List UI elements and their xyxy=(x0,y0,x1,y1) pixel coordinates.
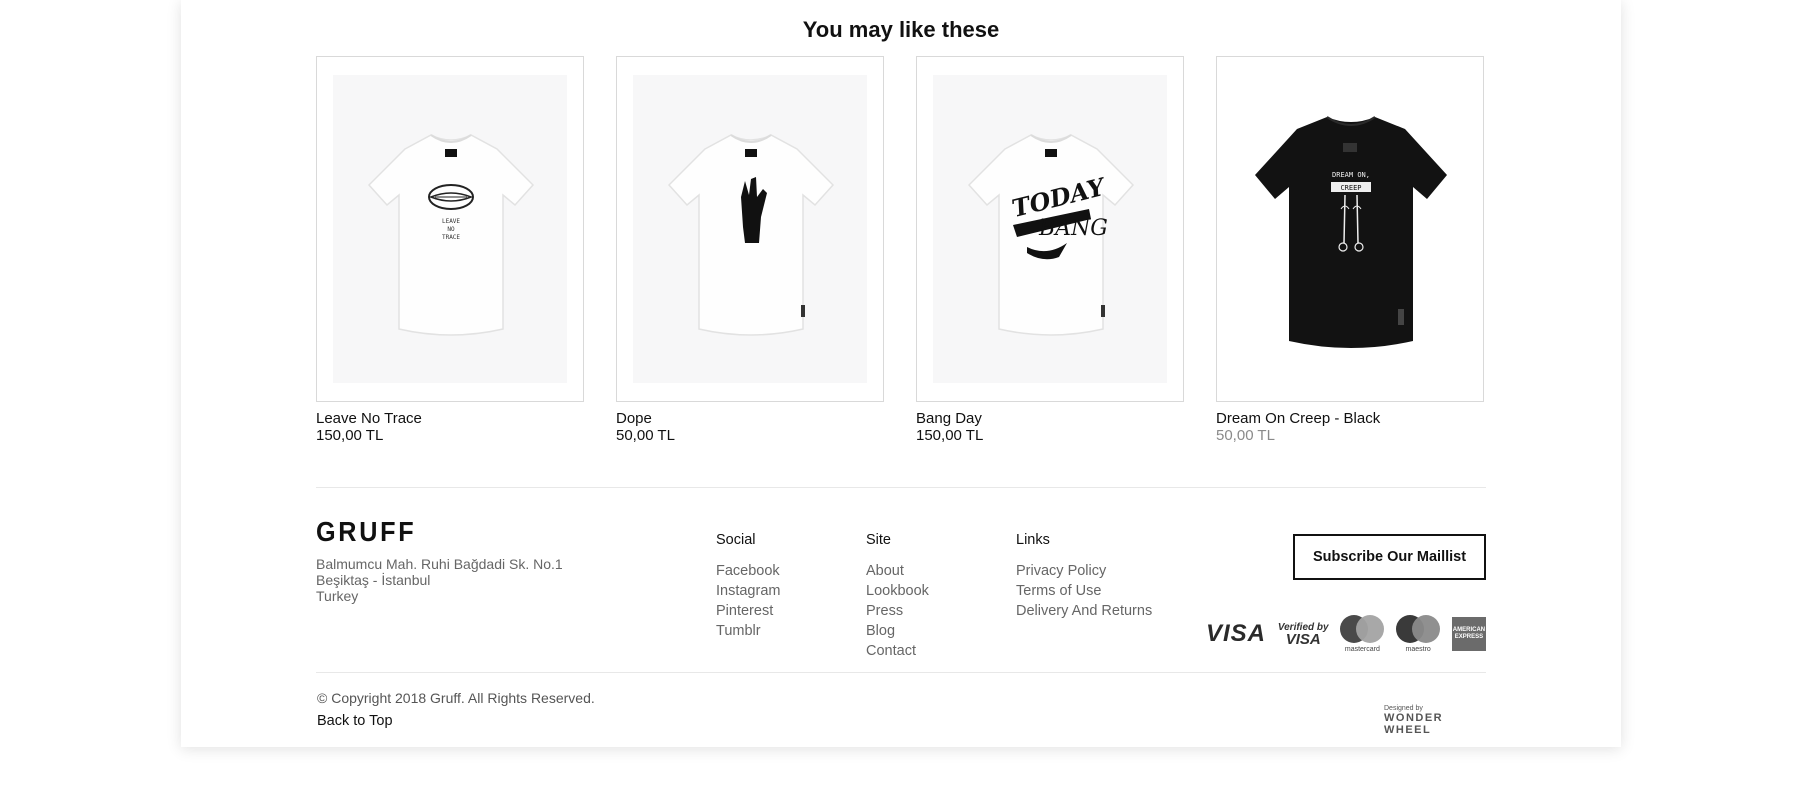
address-line: Beşiktaş - İstanbul xyxy=(316,572,431,588)
product-image[interactable] xyxy=(616,56,884,402)
svg-text:CREEP: CREEP xyxy=(1340,184,1361,192)
column-title: Site xyxy=(866,532,891,548)
back-to-top-link[interactable]: Back to Top xyxy=(317,713,393,729)
designer-credit[interactable]: Designed by WONDER WHEEL xyxy=(1384,705,1486,736)
subscribe-button[interactable]: Subscribe Our Maillist xyxy=(1293,534,1486,580)
page-container: You may like these LEAVE NO TRACE Leave … xyxy=(181,0,1621,747)
footer-social-column: Social Facebook Instagram Pinterest Tumb… xyxy=(716,532,780,641)
svg-text:TRACE: TRACE xyxy=(442,234,460,241)
product-price: 150,00 TL xyxy=(916,427,984,444)
svg-text:NO: NO xyxy=(447,226,455,233)
footer-links-column: Links Privacy Policy Terms of Use Delive… xyxy=(1016,532,1152,621)
designer-name: WONDER WHEEL xyxy=(1384,712,1444,736)
maestro-label: maestro xyxy=(1405,646,1431,653)
product-image[interactable]: LEAVE NO TRACE xyxy=(316,56,584,402)
copyright-text: © Copyright 2018 Gruff. All Rights Reser… xyxy=(317,690,595,706)
footer-link-terms[interactable]: Terms of Use xyxy=(1016,581,1152,601)
product-image[interactable]: DREAM ON, CREEP xyxy=(1216,56,1484,402)
column-title: Social xyxy=(716,532,756,548)
tshirt-image: LEAVE NO TRACE xyxy=(367,134,535,336)
maestro-icon: maestro xyxy=(1396,615,1441,653)
footer-bottom-divider xyxy=(316,672,1486,673)
product-card[interactable]: LEAVE NO TRACE Leave No Trace 150,00 TL xyxy=(316,56,584,444)
footer-link-instagram[interactable]: Instagram xyxy=(716,581,780,601)
footer-link-blog[interactable]: Blog xyxy=(866,621,929,641)
payment-methods: VISA Verified by VISA mastercard maestro… xyxy=(1206,614,1486,654)
visa-icon: VISA xyxy=(1206,620,1267,647)
footer-link-delivery[interactable]: Delivery And Returns xyxy=(1016,601,1152,621)
store-address: Balmumcu Mah. Ruhi Bağdadi Sk. No.1 Beşi… xyxy=(316,556,563,604)
product-card[interactable]: Dope 50,00 TL xyxy=(616,56,884,444)
mastercard-icon: mastercard xyxy=(1340,615,1385,653)
footer-divider xyxy=(316,487,1486,488)
footer-link-contact[interactable]: Contact xyxy=(866,641,929,661)
product-card[interactable]: TODAY BANG Bang Day 150,00 TL xyxy=(916,56,1184,444)
section-title: You may like these xyxy=(802,17,1000,42)
mastercard-label: mastercard xyxy=(1344,646,1380,653)
footer-link-press[interactable]: Press xyxy=(866,601,929,621)
gruff-logo[interactable]: GRUFF xyxy=(316,516,416,548)
amex-icon: AMERICAN EXPRESS xyxy=(1451,617,1486,651)
designed-by-label: Designed by xyxy=(1384,705,1423,712)
product-name[interactable]: Leave No Trace xyxy=(316,410,584,427)
product-name[interactable]: Bang Day xyxy=(916,410,1184,427)
address-line: Balmumcu Mah. Ruhi Bağdadi Sk. No.1 xyxy=(316,556,563,572)
product-price: 50,00 TL xyxy=(616,427,675,444)
svg-text:BANG: BANG xyxy=(1038,216,1108,241)
tshirt-image xyxy=(667,134,835,336)
footer-link-privacy[interactable]: Privacy Policy xyxy=(1016,561,1152,581)
svg-text:DREAM ON,: DREAM ON, xyxy=(1332,171,1370,179)
product-name[interactable]: Dream On Creep - Black xyxy=(1216,410,1484,427)
tshirt-image: DREAM ON, CREEP xyxy=(1255,116,1447,348)
address-line: Turkey xyxy=(316,588,359,604)
footer-link-pinterest[interactable]: Pinterest xyxy=(716,601,780,621)
footer-link-facebook[interactable]: Facebook xyxy=(716,561,780,581)
tshirt-image: TODAY BANG xyxy=(967,134,1135,336)
product-grid: LEAVE NO TRACE Leave No Trace 150,00 TL xyxy=(316,56,1486,444)
product-image[interactable]: TODAY BANG xyxy=(916,56,1184,402)
svg-text:LEAVE: LEAVE xyxy=(442,218,460,225)
product-card[interactable]: DREAM ON, CREEP Dream On Creep - Black 5… xyxy=(1216,56,1484,444)
product-price: 150,00 TL xyxy=(316,427,384,444)
column-title: Links xyxy=(1016,532,1050,548)
footer-link-lookbook[interactable]: Lookbook xyxy=(866,581,929,601)
footer-link-about[interactable]: About xyxy=(866,561,929,581)
vbv-line2: VISA xyxy=(1285,631,1321,648)
footer-site-column: Site About Lookbook Press Blog Contact xyxy=(866,532,929,661)
product-price: 50,00 TL xyxy=(1216,427,1275,444)
verified-by-visa-icon: Verified by VISA xyxy=(1278,622,1329,648)
product-name[interactable]: Dope xyxy=(616,410,884,427)
footer-link-tumblr[interactable]: Tumblr xyxy=(716,621,780,641)
